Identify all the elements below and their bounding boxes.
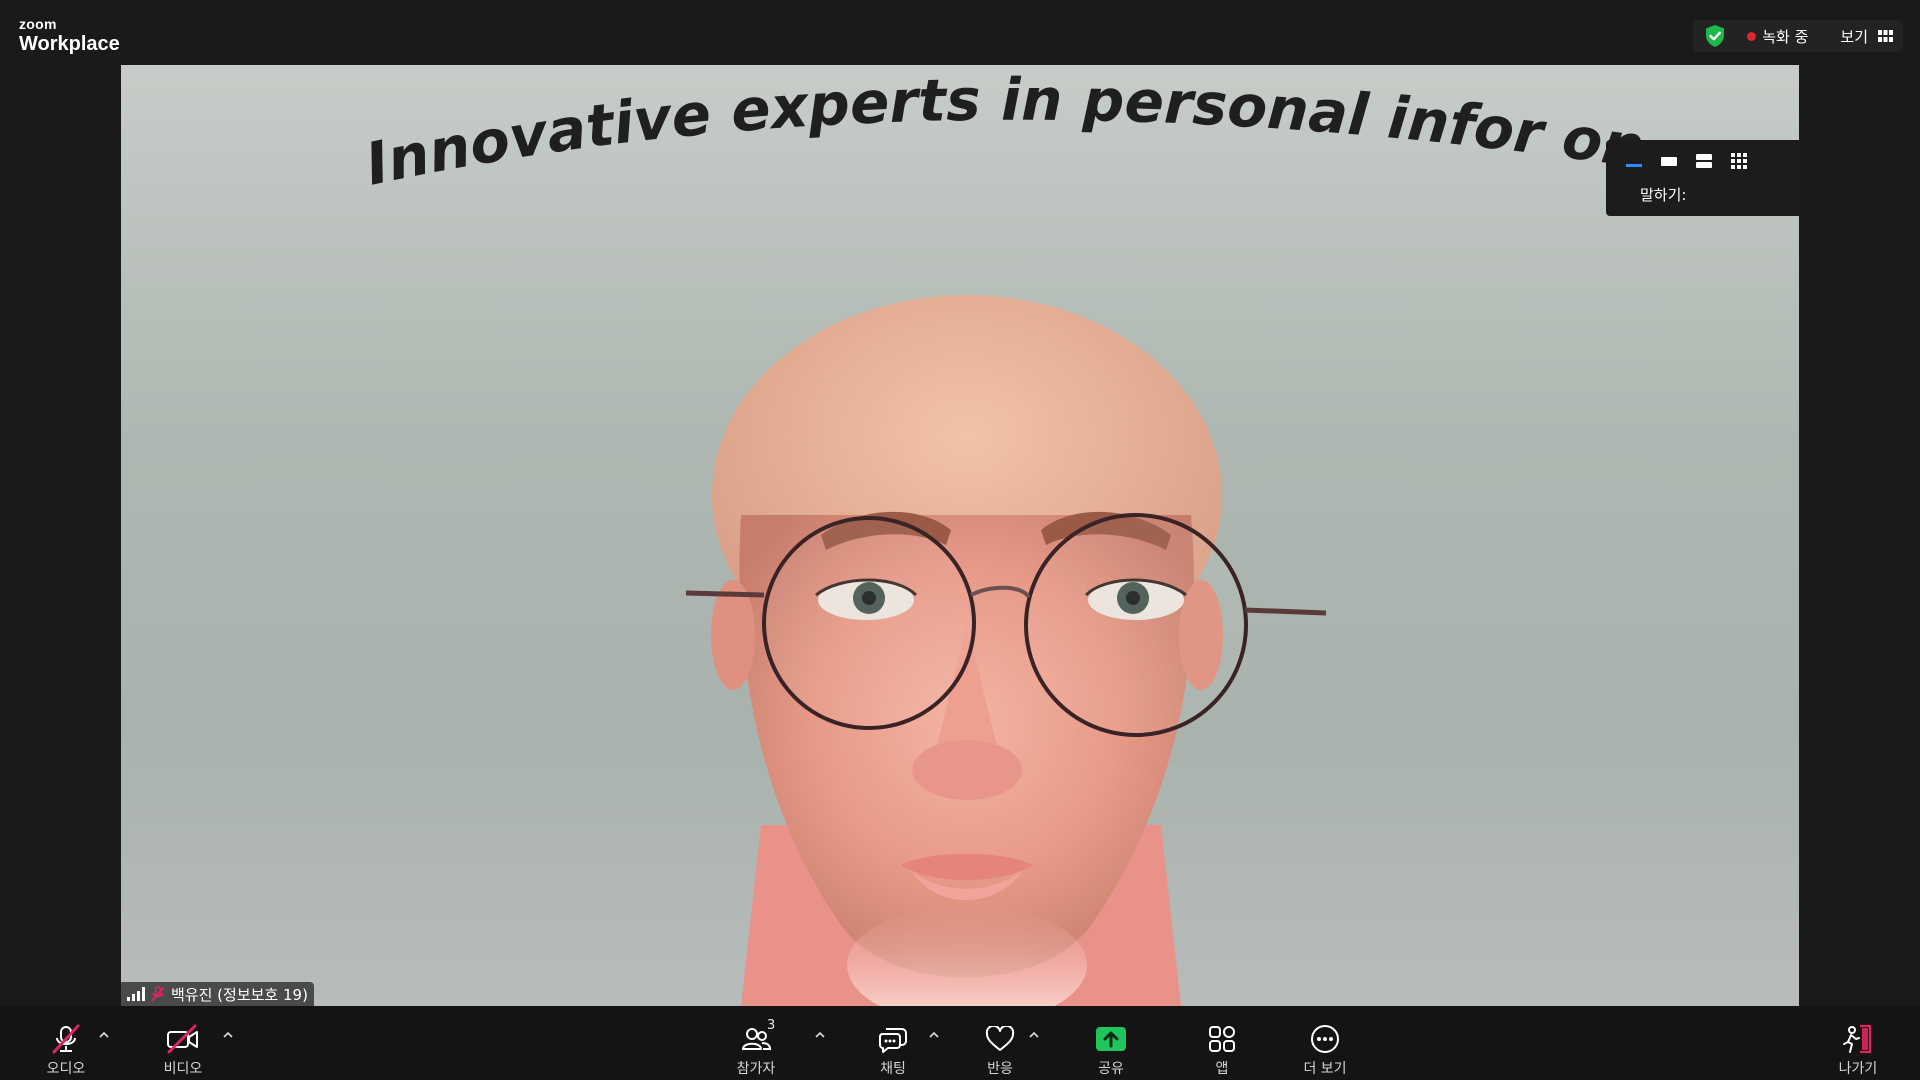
svg-text:Innovative experts in personal: Innovative experts in personal infor on … xyxy=(360,66,1742,199)
video-off-icon xyxy=(166,1022,200,1056)
video-button[interactable]: 비디오 xyxy=(157,1006,209,1080)
reactions-label: 반응 xyxy=(987,1061,1013,1077)
leave-label: 나가기 xyxy=(1838,1061,1878,1077)
participants-icon: 3 xyxy=(741,1018,775,1056)
apps-icon xyxy=(1207,1022,1237,1056)
reactions-options-caret-icon[interactable] xyxy=(1026,1026,1042,1042)
audio-options-caret-icon[interactable] xyxy=(96,1026,112,1042)
more-label: 더 보기 xyxy=(1303,1061,1347,1077)
participants-button[interactable]: 3 참가자 xyxy=(728,1006,784,1080)
speaking-label: 말하기: xyxy=(1640,186,1687,204)
participants-count: 3 xyxy=(767,1018,776,1033)
participant-name-tag: 백유진 (정보보호 19) xyxy=(121,982,314,1006)
apps-button[interactable]: 앱 xyxy=(1206,1006,1238,1080)
top-bar: zoom Workplace 녹화 중 보기 xyxy=(0,0,1920,65)
recording-label: 녹화 중 xyxy=(1762,27,1809,46)
chat-options-caret-icon[interactable] xyxy=(926,1026,942,1042)
share-label: 공유 xyxy=(1098,1061,1124,1077)
recording-indicator[interactable]: 녹화 중 xyxy=(1747,26,1808,47)
brand-small-text: zoom xyxy=(19,16,57,32)
brand-big-text: Workplace xyxy=(19,33,120,55)
recording-dot-icon xyxy=(1747,31,1757,41)
leave-meeting-button[interactable]: 나가기 xyxy=(1834,1006,1882,1080)
more-button[interactable]: 더 보기 xyxy=(1298,1006,1352,1080)
minimize-icon[interactable] xyxy=(1616,150,1651,172)
participants-options-caret-icon[interactable] xyxy=(812,1026,828,1042)
muted-microphone-icon xyxy=(51,1022,81,1056)
participant-video[interactable]: Innovative experts in personal infor on … xyxy=(121,65,1799,1006)
audio-button[interactable]: 오디오 xyxy=(40,1006,92,1080)
participants-label: 참가자 xyxy=(736,1061,776,1077)
video-label: 비디오 xyxy=(163,1061,203,1077)
active-speaker-panel: 말하기: xyxy=(1606,140,1799,216)
chat-label: 채팅 xyxy=(880,1061,906,1077)
audio-label: 오디오 xyxy=(46,1061,86,1077)
more-options-icon xyxy=(1310,1022,1340,1056)
view-label: 보기 xyxy=(1840,27,1868,46)
heart-icon xyxy=(985,1022,1015,1056)
chat-button[interactable]: 채팅 xyxy=(872,1006,914,1080)
leave-door-icon xyxy=(1842,1022,1874,1056)
gallery-view-icon[interactable] xyxy=(1721,150,1756,172)
reactions-button[interactable]: 반응 xyxy=(980,1006,1020,1080)
speaker-view-icon[interactable] xyxy=(1651,150,1686,172)
stacked-view-icon[interactable] xyxy=(1686,150,1721,172)
share-screen-button[interactable]: 공유 xyxy=(1092,1006,1130,1080)
muted-mic-small-icon xyxy=(151,986,165,1002)
security-shield-icon[interactable] xyxy=(1703,24,1727,48)
top-right-controls: 녹화 중 보기 xyxy=(1693,20,1903,52)
wall-banner: Innovative experts in personal infor on … xyxy=(360,66,1742,199)
zoom-workplace-logo: zoom Workplace xyxy=(19,17,120,54)
participant-name: 백유진 (정보보호 19) xyxy=(171,985,308,1004)
signal-strength-icon xyxy=(127,987,145,1001)
view-button[interactable]: 보기 xyxy=(1840,26,1893,47)
video-options-caret-icon[interactable] xyxy=(220,1026,236,1042)
share-screen-icon xyxy=(1095,1022,1127,1056)
grid-view-icon xyxy=(1878,30,1893,42)
apps-label: 앱 xyxy=(1215,1061,1229,1077)
chat-icon xyxy=(878,1022,908,1056)
wall-banner-text: Innovative experts in personal infor on … xyxy=(360,66,1742,199)
meeting-toolbar: 오디오 비디오 3 참가자 채팅 반응 공유 앱 더 보기 나가기 xyxy=(0,1006,1920,1080)
